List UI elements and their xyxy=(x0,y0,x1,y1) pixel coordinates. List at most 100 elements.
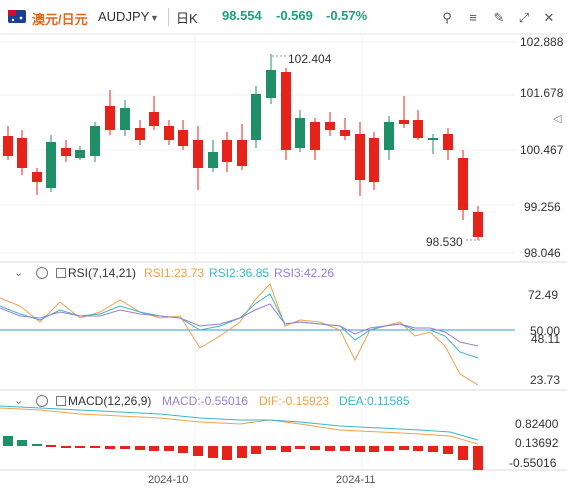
candle-body xyxy=(90,126,100,156)
macd-bar xyxy=(251,446,261,454)
candle-body xyxy=(428,138,438,140)
macd-tick: 0.82400 xyxy=(515,417,559,431)
macd-bar xyxy=(473,446,483,470)
rsi3-line xyxy=(0,303,479,347)
candle-body xyxy=(208,152,218,168)
macd-bar xyxy=(222,446,232,460)
candle-body xyxy=(458,158,468,210)
macd-bar xyxy=(17,440,27,446)
chevron-left-icon[interactable]: ◁ xyxy=(553,112,561,125)
candle-body xyxy=(237,140,247,166)
macd-bar xyxy=(310,446,320,450)
macd-bar xyxy=(428,446,438,452)
candle-body xyxy=(75,150,85,158)
candle-body xyxy=(369,138,379,182)
high-price-label: 102.404 xyxy=(288,52,332,66)
macd-bar xyxy=(32,444,42,446)
low-price-label: 98.530 xyxy=(426,235,463,249)
rsi-title: RSI(7,14,21) xyxy=(68,266,137,280)
chevron-down-icon[interactable]: ⌄ xyxy=(14,394,23,407)
candle-body xyxy=(473,212,483,237)
macd-bar xyxy=(266,446,276,450)
candle-body xyxy=(135,128,145,140)
candle-body xyxy=(164,126,174,140)
info-icon[interactable] xyxy=(56,268,66,278)
rsi-tick: 72.49 xyxy=(528,288,559,302)
price-tick: 102.888 xyxy=(520,35,564,49)
candle-body xyxy=(120,108,130,130)
macd-bar xyxy=(149,446,159,451)
candle-body xyxy=(105,106,115,130)
candle-body xyxy=(32,172,42,182)
candle-body xyxy=(149,112,159,126)
macd-bar xyxy=(135,446,145,450)
macd-bar xyxy=(340,446,350,451)
macd-bar xyxy=(75,446,85,448)
macd-bar xyxy=(325,446,335,451)
macd-bar xyxy=(164,446,174,451)
dea-line xyxy=(0,405,479,441)
macd-bar xyxy=(413,446,423,451)
dea-value: DEA:0.11585 xyxy=(339,394,410,408)
macd-bar xyxy=(369,446,379,452)
price-tick: 98.046 xyxy=(524,246,561,260)
price-tick: 101.678 xyxy=(520,86,564,100)
macd-bar xyxy=(399,446,409,450)
date-tick: 2024-11 xyxy=(336,474,376,486)
macd-bar xyxy=(237,446,247,458)
rsi2-value: RSI2:36.85 xyxy=(209,266,270,280)
rsi3-value: RSI3:42.26 xyxy=(274,266,335,280)
candle-body xyxy=(413,120,423,138)
candle-body xyxy=(295,118,305,148)
macd-bar xyxy=(355,446,365,452)
candle-body xyxy=(46,142,56,188)
price-tick: 99.256 xyxy=(524,200,561,214)
macd-bar xyxy=(178,446,188,453)
rsi-tick: 23.73 xyxy=(530,373,561,387)
candle-body xyxy=(17,138,27,168)
macd-tick: -0.55016 xyxy=(509,456,557,470)
gear-icon[interactable] xyxy=(36,267,48,279)
macd-bar xyxy=(384,446,394,451)
price-tick: 100.467 xyxy=(520,143,564,157)
rsi-tick: 48.11 xyxy=(531,332,561,346)
macd-bar xyxy=(46,445,56,447)
macd-bar xyxy=(90,446,100,448)
candle-body xyxy=(3,136,13,156)
candle-body xyxy=(61,148,71,156)
candle-body xyxy=(222,140,232,162)
gear-icon[interactable] xyxy=(36,395,48,407)
macd-value: MACD:-0.55016 xyxy=(162,394,249,408)
dif-value: DIF:-0.15923 xyxy=(259,394,330,408)
chevron-down-icon[interactable]: ⌄ xyxy=(14,266,23,279)
dif-line xyxy=(0,407,479,445)
macd-bar xyxy=(61,446,71,448)
macd-bar xyxy=(295,446,305,449)
macd-bar xyxy=(120,446,130,449)
macd-bar xyxy=(443,446,453,454)
candle-body xyxy=(355,134,365,180)
macd-bar xyxy=(458,446,468,460)
macd-bar xyxy=(193,446,203,456)
candle-body xyxy=(251,94,261,140)
rsi1-line xyxy=(0,283,479,386)
macd-tick: 0.13692 xyxy=(515,436,559,450)
candle-body xyxy=(193,140,203,168)
candle-body xyxy=(325,122,335,130)
candle-body xyxy=(178,130,188,146)
chart-canvas[interactable] xyxy=(0,0,567,493)
candle-body xyxy=(266,70,276,98)
candle-body xyxy=(281,72,291,150)
macd-bar xyxy=(281,446,291,452)
candle-body xyxy=(310,122,320,150)
rsi1-value: RSI1:23.73 xyxy=(144,266,205,280)
macd-bar xyxy=(3,436,13,446)
date-tick: 2024-10 xyxy=(148,474,189,486)
candle-body xyxy=(399,120,409,124)
candle-body xyxy=(443,134,453,150)
info-icon[interactable] xyxy=(56,396,66,406)
candle-body xyxy=(384,122,394,150)
macd-bar xyxy=(105,446,115,449)
candle-body xyxy=(340,130,350,136)
macd-bar xyxy=(208,446,218,458)
